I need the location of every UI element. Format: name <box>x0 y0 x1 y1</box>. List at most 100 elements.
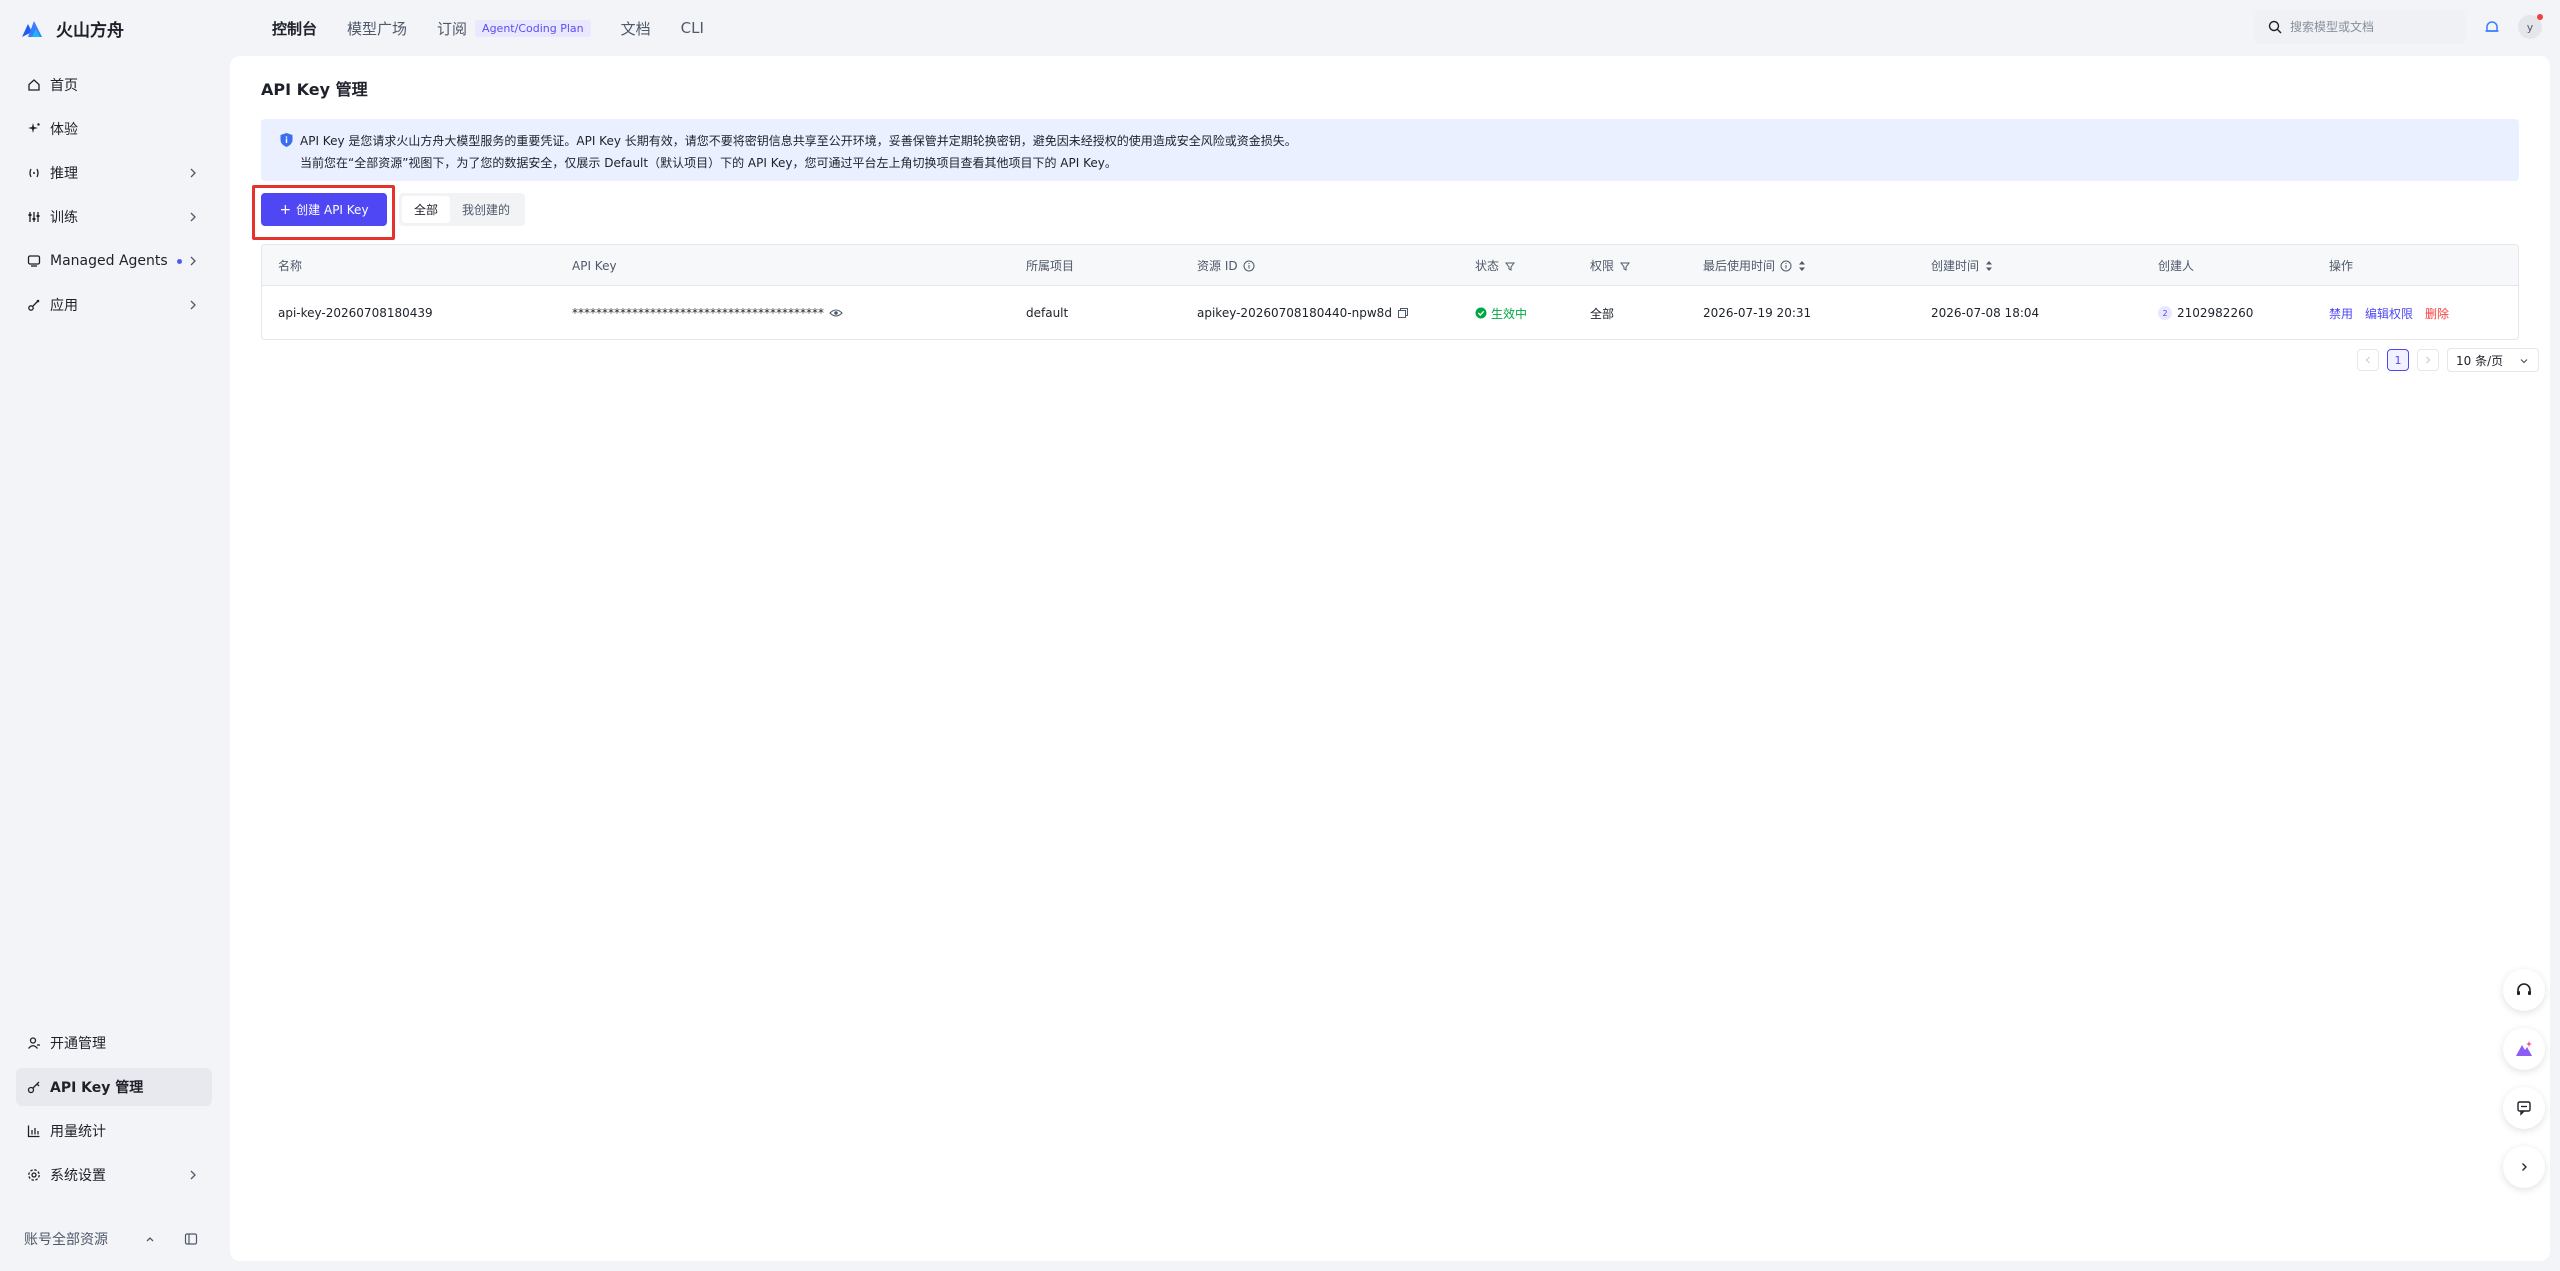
col-creator: 创建人 <box>2158 245 2194 286</box>
col-api-key: API Key <box>572 245 617 286</box>
filter-icon[interactable] <box>1619 260 1631 272</box>
cell-status: 生效中 <box>1475 286 1527 339</box>
shield-info-icon <box>280 133 293 147</box>
chevron-up-icon[interactable] <box>144 1233 156 1245</box>
prev-page-button[interactable] <box>2357 349 2379 371</box>
col-name: 名称 <box>278 245 302 286</box>
chart-icon <box>26 1123 42 1139</box>
sidebar-item-home[interactable]: 首页 <box>16 66 212 104</box>
edit-permission-button[interactable]: 编辑权限 <box>2365 305 2413 322</box>
sidebar-item-managed-agents[interactable]: Managed Agents <box>16 242 212 280</box>
chevron-right-icon <box>190 1170 196 1180</box>
topnav-subscription[interactable]: 订阅 Agent/Coding Plan <box>437 18 591 39</box>
collapse-sidebar-icon[interactable] <box>184 1232 198 1246</box>
key-icon <box>26 1079 42 1095</box>
sidebar-item-label: 开通管理 <box>50 1036 106 1052</box>
expand-panel-button[interactable] <box>2503 1146 2545 1188</box>
disable-button[interactable]: 禁用 <box>2329 305 2353 322</box>
notification-icon[interactable] <box>2482 17 2502 37</box>
next-page-button[interactable] <box>2417 349 2439 371</box>
app-icon <box>26 297 42 313</box>
filter-tab-mine[interactable]: 我创建的 <box>450 196 522 223</box>
home-icon <box>26 77 42 93</box>
col-created: 创建时间 <box>1931 245 1994 286</box>
sidebar-item-settings[interactable]: 系统设置 <box>16 1156 212 1194</box>
resource-scope-switcher[interactable]: 账号全部资源 <box>16 1220 212 1258</box>
create-api-key-label: 创建 API Key <box>296 203 369 217</box>
info-circle-icon[interactable] <box>1780 260 1792 272</box>
ai-assistant-button[interactable] <box>2503 1028 2545 1070</box>
col-name-label: 名称 <box>278 259 303 273</box>
col-last-used: 最后使用时间 <box>1703 245 1807 286</box>
sidebar-item-label: Managed Agents <box>50 253 168 269</box>
info-text-line2: 当前您在“全部资源”视图下，为了您的数据安全，仅展示 Default（默认项目）… <box>300 156 1117 170</box>
topnav-subscription-label: 订阅 <box>437 19 468 38</box>
cell-created: 2026-07-08 18:04 <box>1931 306 2040 320</box>
search-input[interactable] <box>2290 20 2450 34</box>
top-bar: 火山方舟 控制台 模型广场 订阅 Agent/Coding Plan 文档 CL… <box>0 0 2560 56</box>
cell-creator: 2 2102982260 <box>2158 286 2254 339</box>
topnav-cli[interactable]: CLI <box>681 19 704 37</box>
app-logo[interactable]: 火山方舟 <box>20 16 250 41</box>
creator-id: 2102982260 <box>2177 306 2254 320</box>
chevron-left-icon <box>2365 356 2370 364</box>
train-icon <box>26 209 42 225</box>
user-manage-icon <box>26 1035 42 1051</box>
sidebar-item-activation[interactable]: 开通管理 <box>16 1024 212 1062</box>
avatar-notification-dot <box>2537 14 2543 20</box>
chevron-right-icon <box>2426 356 2431 364</box>
sidebar-item-training[interactable]: 训练 <box>16 198 212 236</box>
topnav-docs-label: 文档 <box>620 19 651 38</box>
create-api-key-button[interactable]: + 创建 API Key <box>261 193 387 226</box>
info-text-line1: API Key 是您请求火山方舟大模型服务的重要凭证。API Key 长期有效，… <box>300 134 1297 148</box>
headset-icon <box>2517 983 2531 995</box>
sort-icon[interactable] <box>1984 259 1994 273</box>
avatar-letter: y <box>2526 20 2534 34</box>
sidebar-item-api-key[interactable]: API Key 管理 <box>16 1068 212 1106</box>
feedback-button[interactable] <box>2503 1087 2545 1129</box>
sidebar-item-inference[interactable]: 推理 <box>16 154 212 192</box>
customer-service-button[interactable] <box>2503 969 2545 1011</box>
table-header: 名称 API Key 所属项目 资源 ID 状态 权限 最后使用时间 创建时间 <box>262 245 2518 286</box>
cell-actions: 禁用 编辑权限 删除 <box>2329 286 2449 339</box>
col-resource-id-label: 资源 ID <box>1197 259 1238 273</box>
sidebar-item-usage[interactable]: 用量统计 <box>16 1112 212 1150</box>
sidebar-item-label: 用量统计 <box>50 1124 106 1140</box>
chevron-down-icon <box>2520 359 2528 364</box>
sidebar-item-experience[interactable]: 体验 <box>16 110 212 148</box>
ai-assistant-icon <box>2516 1041 2532 1056</box>
topnav-model-square[interactable]: 模型广场 <box>347 18 407 39</box>
pagination: 1 10 条/页 <box>2357 348 2539 372</box>
filter-icon[interactable] <box>1504 260 1516 272</box>
cell-api-key: ****************************************… <box>572 286 843 339</box>
filter-tab-all[interactable]: 全部 <box>402 196 451 223</box>
col-created-label: 创建时间 <box>1931 259 1980 273</box>
col-project: 所属项目 <box>1026 245 1074 286</box>
resource-scope-label: 账号全部资源 <box>24 1232 108 1248</box>
volcano-logo-icon <box>22 21 42 37</box>
masked-api-key: ****************************************… <box>572 306 824 320</box>
avatar[interactable]: y <box>2518 14 2543 39</box>
eye-icon[interactable] <box>829 307 843 319</box>
sidebar-item-apps[interactable]: 应用 <box>16 286 212 324</box>
topnav-docs[interactable]: 文档 <box>621 18 651 39</box>
col-actions: 操作 <box>2329 245 2353 286</box>
chevron-right-icon <box>190 212 196 222</box>
col-status: 状态 <box>1475 245 1516 286</box>
filter-segmented-control: 全部 我创建的 <box>399 193 526 226</box>
topnav-console[interactable]: 控制台 <box>272 18 317 39</box>
copy-icon[interactable] <box>1397 307 1409 319</box>
sort-icon[interactable] <box>1797 259 1807 273</box>
delete-button[interactable]: 删除 <box>2425 305 2449 322</box>
sidebar-item-label: 推理 <box>50 166 78 182</box>
info-circle-icon[interactable] <box>1243 260 1255 272</box>
api-key-table: 名称 API Key 所属项目 资源 ID 状态 权限 最后使用时间 创建时间 <box>261 244 2519 340</box>
search-box[interactable] <box>2254 10 2466 44</box>
page-size-select[interactable]: 10 条/页 <box>2447 348 2539 372</box>
check-circle-icon <box>1475 307 1487 319</box>
cell-resource-id: apikey-20260708180440-npw8d <box>1197 286 1409 339</box>
top-nav: 控制台 模型广场 订阅 Agent/Coding Plan 文档 CLI <box>272 18 734 39</box>
topnav-console-label: 控制台 <box>272 19 318 38</box>
col-creator-label: 创建人 <box>2158 259 2195 273</box>
page-number[interactable]: 1 <box>2387 349 2409 371</box>
